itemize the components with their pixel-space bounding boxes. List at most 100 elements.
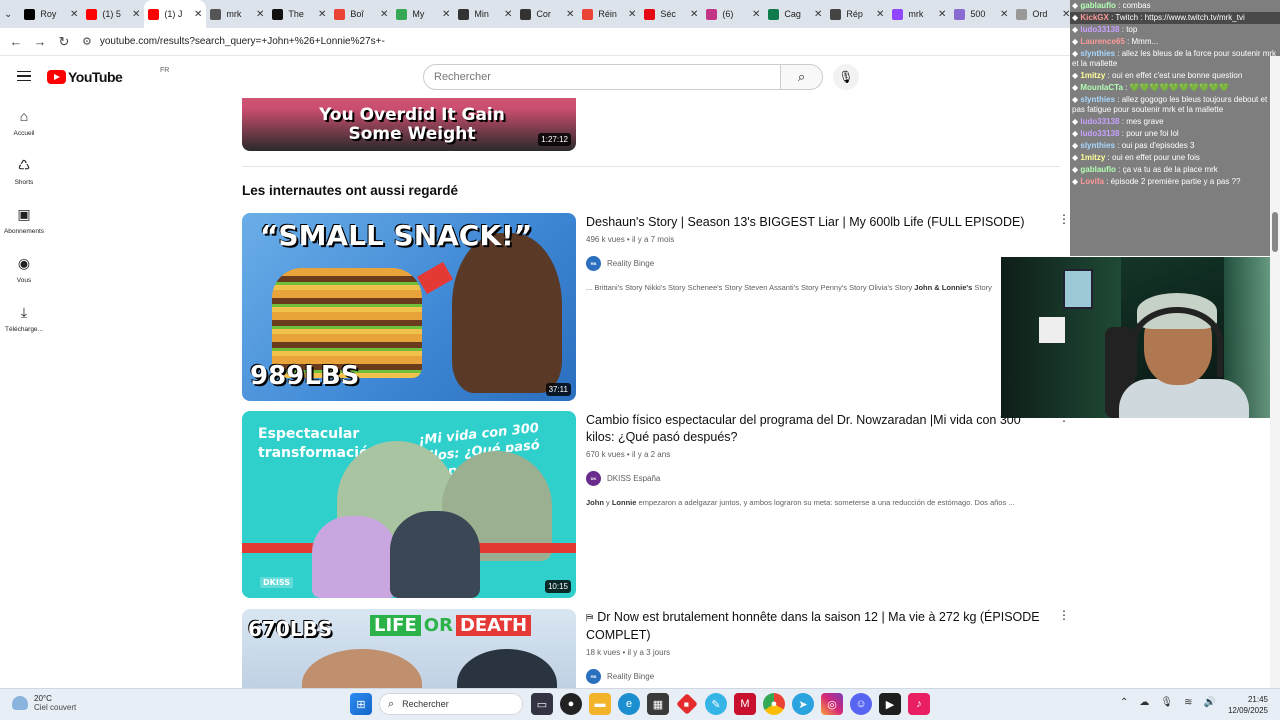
browser-tab[interactable]: Rép ✕ xyxy=(826,0,888,28)
chat-separator: : xyxy=(1115,1,1123,10)
browser-tab[interactable]: 500 ✕ xyxy=(950,0,1012,28)
tab-close-icon[interactable]: ✕ xyxy=(566,9,574,20)
site-settings-icon[interactable]: ⚙ xyxy=(82,35,92,48)
youtube-logo[interactable]: YouTube FR xyxy=(47,67,169,85)
browser-tab[interactable]: The ✕ xyxy=(268,0,330,28)
taskbar-search[interactable]: ⌕ Rechercher xyxy=(379,693,523,715)
instagram-icon[interactable]: ◎ xyxy=(821,693,843,715)
tab-list-dropdown-icon[interactable]: ⌄ xyxy=(4,5,12,23)
video-title[interactable]: Cambio físico espectacular del programa … xyxy=(586,412,1046,446)
browser-tab[interactable]: mrk ✕ xyxy=(206,0,268,28)
browser-tab[interactable]: My ✕ xyxy=(392,0,454,28)
chat-message: ◆ slynthies : allez les bleus de la forc… xyxy=(1070,48,1280,70)
tab-close-icon[interactable]: ✕ xyxy=(938,9,946,20)
tab-favicon-icon xyxy=(148,8,160,20)
scrollbar-thumb[interactable] xyxy=(1272,212,1278,252)
tab-close-icon[interactable]: ✕ xyxy=(132,9,140,20)
speaker-icon[interactable]: 🔊 xyxy=(1203,697,1215,708)
channel-avatar: DK xyxy=(586,471,601,486)
file-explorer-icon[interactable]: ▬ xyxy=(589,693,611,715)
task-view-icon[interactable]: ▭ xyxy=(531,693,553,715)
tab-close-icon[interactable]: ✕ xyxy=(194,9,202,20)
tab-close-icon[interactable]: ✕ xyxy=(70,9,78,20)
cloud-icon xyxy=(12,696,28,710)
tab-title: (6) xyxy=(722,9,734,19)
edge-icon[interactable]: e xyxy=(618,693,640,715)
chat-text: oui en effet pour une fois xyxy=(1111,153,1200,162)
channel-avatar: RB xyxy=(586,669,601,684)
address-bar[interactable]: ⚙ youtube.com/results?search_query=+John… xyxy=(82,31,1070,53)
tab-close-icon[interactable]: ✕ xyxy=(442,9,450,20)
app-red-icon[interactable]: ◆ xyxy=(676,693,698,715)
windows-start-icon[interactable]: ⊞ xyxy=(350,693,372,715)
back-icon[interactable]: ← xyxy=(4,34,28,49)
tab-close-icon[interactable]: ✕ xyxy=(814,9,822,20)
reload-icon[interactable]: ↻ xyxy=(52,34,76,50)
calculator-icon[interactable]: ▦ xyxy=(647,693,669,715)
weather-widget[interactable]: 20°C Ciel couvert xyxy=(12,694,76,712)
video-thumbnail[interactable]: Espectacular transformación ¡Mi vida con… xyxy=(242,411,576,598)
video-thumbnail[interactable]: You Overdid It Gain Some Weight 1:27:12 xyxy=(242,98,576,151)
browser-tab[interactable]: Min ✕ xyxy=(454,0,516,28)
page-scrollbar[interactable] xyxy=(1270,56,1280,690)
browser-tab[interactable]: mrk ✕ xyxy=(888,0,950,28)
tab-title: Réin xyxy=(598,9,617,19)
channel-row[interactable]: DK DKISS España xyxy=(586,471,1046,486)
tab-close-icon[interactable]: ✕ xyxy=(628,9,636,20)
browser-tab[interactable]: Cag ✕ xyxy=(764,0,826,28)
tab-close-icon[interactable]: ✕ xyxy=(504,9,512,20)
cloud-sync-icon[interactable]: ☁ xyxy=(1139,697,1149,708)
browser-tab[interactable]: Boî ✕ xyxy=(330,0,392,28)
tab-close-icon[interactable]: ✕ xyxy=(690,9,698,20)
tab-close-icon[interactable]: ✕ xyxy=(380,9,388,20)
video-title[interactable]: ⛿ Dr Now est brutalement honnête dans la … xyxy=(586,609,1046,644)
tab-close-icon[interactable]: ✕ xyxy=(256,9,264,20)
obs-icon[interactable]: ● xyxy=(560,693,582,715)
tab-close-icon[interactable]: ✕ xyxy=(752,9,760,20)
chat-separator: : xyxy=(1122,83,1130,92)
video-info: Deshaun's Story | Season 13's BIGGEST Li… xyxy=(586,214,1046,292)
voice-search-icon[interactable]: 🎙 xyxy=(833,64,859,90)
chrome-icon[interactable]: ● xyxy=(763,693,785,715)
tiktok-icon[interactable]: ♪ xyxy=(908,693,930,715)
mcafee-icon[interactable]: M xyxy=(734,693,756,715)
microphone-icon[interactable]: 🎙 xyxy=(1160,697,1173,708)
video-title[interactable]: Deshaun's Story | Season 13's BIGGEST Li… xyxy=(586,214,1046,231)
wifi-icon[interactable]: ≋ xyxy=(1184,697,1192,708)
browser-tab[interactable]: (1) 5 ✕ xyxy=(82,0,144,28)
telegram-icon[interactable]: ➤ xyxy=(792,693,814,715)
menu-icon[interactable] xyxy=(17,71,31,81)
video-info: Cambio físico espectacular del programa … xyxy=(586,412,1046,507)
terminal-icon[interactable]: ▶ xyxy=(879,693,901,715)
forward-icon[interactable]: → xyxy=(28,34,52,49)
browser-tab[interactable]: Séc ✕ xyxy=(640,0,702,28)
browser-tab[interactable]: Réin ✕ xyxy=(578,0,640,28)
chat-username: ludo33138 xyxy=(1080,117,1120,126)
chevron-up-icon[interactable]: ⌃ xyxy=(1120,697,1128,708)
channel-row[interactable]: RB Reality Binge xyxy=(586,669,1046,684)
chat-text: top xyxy=(1126,25,1138,34)
browser-tab[interactable]: Roy ✕ xyxy=(20,0,82,28)
browser-tab[interactable]: (1) J ✕ xyxy=(144,0,207,28)
tab-close-icon[interactable]: ✕ xyxy=(318,9,326,20)
chat-username: Laurence65 xyxy=(1080,37,1125,46)
video-thumbnail[interactable]: 670LBS LIFE OR DEATH xyxy=(242,609,576,688)
tab-title: (1) J xyxy=(164,9,183,19)
discord-icon[interactable]: ☺ xyxy=(850,693,872,715)
tab-close-icon[interactable]: ✕ xyxy=(1000,9,1008,20)
more-options-icon[interactable]: ⋮ xyxy=(1058,608,1070,622)
app-blue-icon[interactable]: ✎ xyxy=(705,693,727,715)
browser-tab[interactable]: Ord ✕ xyxy=(1012,0,1074,28)
channel-row[interactable]: RB Reality Binge xyxy=(586,256,1046,271)
tab-title: My xyxy=(412,9,425,19)
browser-tab[interactable]: (6) ✕ xyxy=(702,0,764,28)
browser-tab[interactable]: Cor ✕ xyxy=(516,0,578,28)
more-options-icon[interactable]: ⋮ xyxy=(1058,212,1070,226)
chat-separator: : xyxy=(1124,37,1132,46)
system-clock[interactable]: 21:45 12/09/2025 xyxy=(1222,694,1268,716)
search-button[interactable]: ⌕ xyxy=(781,64,823,90)
tab-close-icon[interactable]: ✕ xyxy=(876,9,884,20)
search-input[interactable]: Rechercher xyxy=(423,64,781,90)
youtube-logo-text: YouTube xyxy=(68,69,123,85)
video-thumbnail[interactable]: “SMALL SNACK!” 989LBS 37:11 xyxy=(242,213,576,401)
